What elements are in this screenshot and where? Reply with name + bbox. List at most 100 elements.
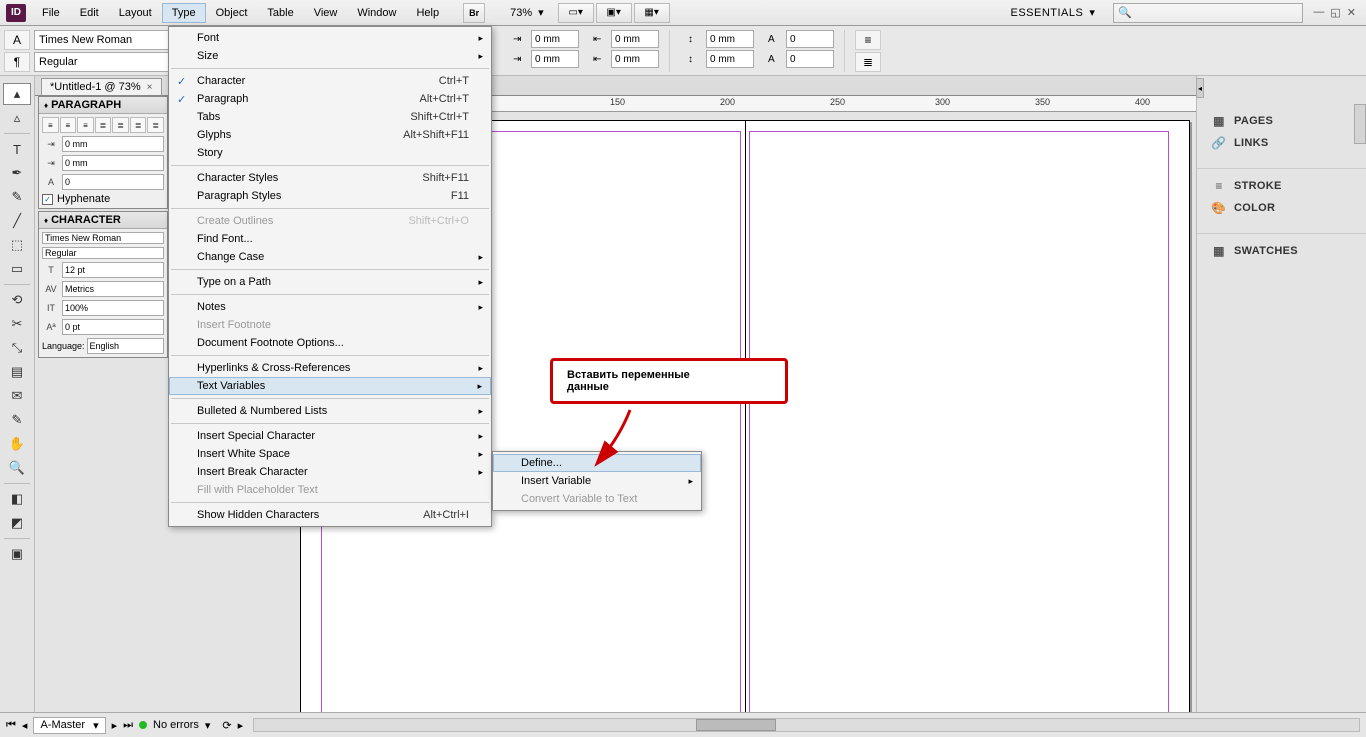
char-style-select[interactable]: Regular: [42, 247, 164, 259]
color-panel-button[interactable]: 🎨COLOR: [1209, 197, 1360, 219]
menu-character[interactable]: ✓CharacterCtrl+T: [169, 72, 491, 90]
menu-notes[interactable]: Notes▸: [169, 298, 491, 316]
list-button-1[interactable]: ≡: [855, 30, 881, 50]
pencil-tool[interactable]: ✎: [3, 186, 31, 208]
zoom-tool[interactable]: 🔍: [3, 457, 31, 479]
num-input[interactable]: 0 mm: [611, 50, 659, 68]
menu-text-variables[interactable]: Text Variables▸: [169, 377, 491, 395]
num-input[interactable]: 0: [786, 30, 834, 48]
document-tab[interactable]: *Untitled-1 @ 73% ×: [41, 78, 162, 95]
view-mode-1[interactable]: ▭▾: [558, 3, 594, 23]
menu-show-hidden[interactable]: Show Hidden CharactersAlt+Ctrl+I: [169, 506, 491, 524]
menu-char-styles[interactable]: Character StylesShift+F11: [169, 169, 491, 187]
screen-mode-tool[interactable]: ▣: [3, 543, 31, 565]
free-transform-tool[interactable]: ⤡: [3, 337, 31, 359]
menu-layout[interactable]: Layout: [109, 3, 162, 23]
drop-cap-input[interactable]: 0: [62, 174, 164, 190]
pages-panel-button[interactable]: ▦PAGES: [1209, 110, 1360, 132]
direct-selection-tool[interactable]: ▵: [3, 107, 31, 129]
indent-first-input[interactable]: 0 mm: [62, 155, 164, 171]
menu-edit[interactable]: Edit: [70, 3, 109, 23]
justify-right-button[interactable]: ≣: [130, 117, 147, 133]
stroke-panel-button[interactable]: ≡STROKE: [1209, 175, 1360, 197]
scissors-tool[interactable]: ✂: [3, 313, 31, 335]
num-input[interactable]: 0 mm: [531, 30, 579, 48]
align-left-button[interactable]: ≡: [42, 117, 59, 133]
para-format-icon[interactable]: ¶: [4, 52, 30, 72]
menu-table[interactable]: Table: [257, 3, 303, 23]
menu-find-font[interactable]: Find Font...: [169, 230, 491, 248]
frame-tool[interactable]: ⬚: [3, 234, 31, 256]
menu-window[interactable]: Window: [347, 3, 406, 23]
paragraph-panel-header[interactable]: ♦PARAGRAPH: [39, 97, 167, 114]
menu-paragraph[interactable]: ✓ParagraphAlt+Ctrl+T: [169, 90, 491, 108]
justify-left-button[interactable]: ≣: [95, 117, 112, 133]
menu-doc-footnote[interactable]: Document Footnote Options...: [169, 334, 491, 352]
status-dropdown-icon[interactable]: ▾: [205, 719, 211, 732]
align-center-button[interactable]: ≡: [60, 117, 77, 133]
apply-color-tool[interactable]: ◩: [3, 512, 31, 534]
num-input[interactable]: 0: [786, 50, 834, 68]
minimize-button[interactable]: —: [1313, 6, 1324, 19]
menu-object[interactable]: Object: [206, 3, 258, 23]
menu-insert-white[interactable]: Insert White Space▸: [169, 445, 491, 463]
justify-center-button[interactable]: ≣: [112, 117, 129, 133]
menu-type[interactable]: Type: [162, 3, 206, 23]
justify-all-button[interactable]: ≣: [147, 117, 164, 133]
num-input[interactable]: 0 mm: [706, 50, 754, 68]
zoom-value[interactable]: 73%: [506, 7, 536, 19]
menu-file[interactable]: File: [32, 3, 70, 23]
nav-first-button[interactable]: ⏮: [6, 719, 16, 732]
menu-glyphs[interactable]: GlyphsAlt+Shift+F11: [169, 126, 491, 144]
menu-change-case[interactable]: Change Case▸: [169, 248, 491, 266]
view-mode-2[interactable]: ▣▾: [596, 3, 632, 23]
close-button[interactable]: ✕: [1347, 6, 1356, 19]
font-size-input[interactable]: 12 pt: [62, 262, 164, 278]
links-panel-button[interactable]: 🔗LINKS: [1209, 132, 1360, 154]
menu-tabs[interactable]: TabsShift+Ctrl+T: [169, 108, 491, 126]
menu-type-on-path[interactable]: Type on a Path▸: [169, 273, 491, 291]
status-arrow-icon[interactable]: ▸: [238, 719, 244, 732]
status-sync-icon[interactable]: ⟳: [222, 719, 231, 732]
menu-help[interactable]: Help: [406, 3, 449, 23]
menu-view[interactable]: View: [304, 3, 348, 23]
line-tool[interactable]: ╱: [3, 210, 31, 232]
menu-para-styles[interactable]: Paragraph StylesF11: [169, 187, 491, 205]
hand-tool[interactable]: ✋: [3, 433, 31, 455]
menu-font[interactable]: Font▸: [169, 29, 491, 47]
menu-hyperlinks[interactable]: Hyperlinks & Cross-References▸: [169, 359, 491, 377]
selection-tool[interactable]: ▴: [3, 83, 31, 105]
note-tool[interactable]: ✉: [3, 385, 31, 407]
pen-tool[interactable]: ✒: [3, 162, 31, 184]
view-mode-3[interactable]: ▦▾: [634, 3, 670, 23]
maximize-button[interactable]: ◱: [1330, 6, 1340, 19]
gradient-tool[interactable]: ▤: [3, 361, 31, 383]
scale-input[interactable]: 100%: [62, 300, 164, 316]
num-input[interactable]: 0 mm: [706, 30, 754, 48]
zoom-dropdown-icon[interactable]: ▾: [538, 6, 544, 19]
search-input[interactable]: 🔍: [1113, 3, 1303, 23]
indent-left-input[interactable]: 0 mm: [62, 136, 164, 152]
nav-prev-button[interactable]: ◂: [22, 719, 28, 732]
menu-bulleted[interactable]: Bulleted & Numbered Lists▸: [169, 402, 491, 420]
type-tool[interactable]: T: [3, 138, 31, 160]
rectangle-tool[interactable]: ▭: [3, 258, 31, 280]
align-right-button[interactable]: ≡: [77, 117, 94, 133]
char-font-select[interactable]: Times New Roman: [42, 232, 164, 244]
num-input[interactable]: 0 mm: [531, 50, 579, 68]
kerning-input[interactable]: Metrics: [62, 281, 164, 297]
nav-next-button[interactable]: ▸: [112, 719, 118, 732]
menu-size[interactable]: Size▸: [169, 47, 491, 65]
language-select[interactable]: English: [87, 338, 164, 354]
menu-insert-special[interactable]: Insert Special Character▸: [169, 427, 491, 445]
hyphenate-checkbox[interactable]: ✓Hyphenate: [42, 193, 164, 205]
page-selector[interactable]: A-Master▾: [33, 717, 105, 734]
scrollbar-thumb[interactable]: [696, 719, 776, 731]
character-panel-header[interactable]: ♦CHARACTER: [39, 212, 167, 229]
menu-insert-break[interactable]: Insert Break Character▸: [169, 463, 491, 481]
expand-dock-button[interactable]: ◂: [1196, 78, 1204, 98]
rotate-tool[interactable]: ⟲: [3, 289, 31, 311]
fill-stroke-tool[interactable]: ◧: [3, 488, 31, 510]
char-format-icon[interactable]: A: [4, 30, 30, 50]
swatches-panel-button[interactable]: ▦SWATCHES: [1209, 240, 1360, 262]
